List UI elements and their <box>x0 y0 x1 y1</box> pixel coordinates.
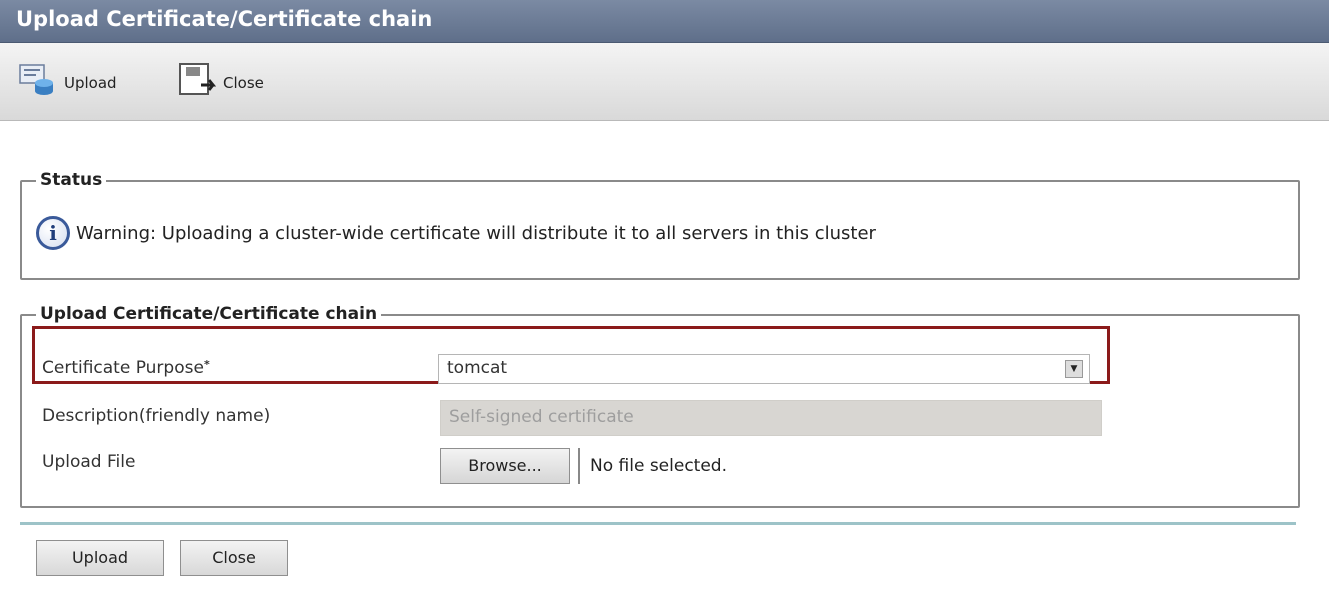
window-title: Upload Certificate/Certificate chain <box>16 7 433 31</box>
browse-button[interactable]: Browse... <box>440 448 570 484</box>
upload-button[interactable]: Upload <box>36 540 164 576</box>
toolbar-upload-label: Upload <box>64 74 117 92</box>
certificate-purpose-value: tomcat <box>447 358 508 378</box>
upload-certificate-section: Upload Certificate/Certificate chain Cer… <box>20 304 1300 508</box>
certificate-purpose-label: Certificate Purpose* <box>42 358 210 378</box>
status-message: Warning: Uploading a cluster-wide certif… <box>76 222 876 244</box>
status-section: Status i Warning: Uploading a cluster-wi… <box>20 170 1300 280</box>
status-legend: Status <box>36 170 107 190</box>
window-title-bar: Upload Certificate/Certificate chain <box>0 0 1329 43</box>
upload-section-legend: Upload Certificate/Certificate chain <box>36 304 382 324</box>
status-message-row: i Warning: Uploading a cluster-wide cert… <box>36 216 876 250</box>
toolbar-close-label: Close <box>223 74 264 92</box>
upload-certificate-icon <box>18 61 58 105</box>
required-marker: * <box>203 358 210 371</box>
dropdown-arrow-icon[interactable]: ▼ <box>1065 360 1083 378</box>
info-icon: i <box>36 216 70 250</box>
footer-divider <box>20 522 1296 525</box>
toolbar-close-button[interactable]: Close <box>177 61 264 105</box>
close-window-icon <box>177 61 217 105</box>
file-status-text: No file selected. <box>578 448 727 484</box>
description-label: Description(friendly name) <box>42 406 271 426</box>
upload-file-label: Upload File <box>42 452 136 472</box>
description-field: Self-signed certificate <box>440 400 1102 436</box>
close-button[interactable]: Close <box>180 540 288 576</box>
toolbar-upload-button[interactable]: Upload <box>18 61 117 105</box>
toolbar: Upload Close <box>0 43 1329 121</box>
certificate-purpose-select[interactable]: tomcat ▼ <box>438 354 1090 384</box>
